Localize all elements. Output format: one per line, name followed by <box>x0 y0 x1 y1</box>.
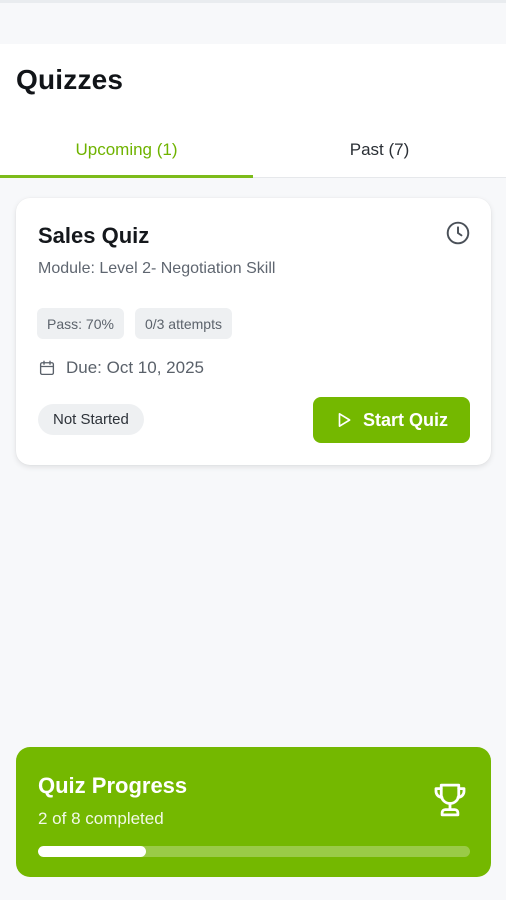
header: Quizzes Upcoming (1) Past (7) <box>0 44 506 178</box>
quiz-title: Sales Quiz <box>38 223 150 248</box>
quiz-module: Module: Level 2- Negotiation Skill <box>38 260 276 277</box>
tab-upcoming[interactable]: Upcoming (1) <box>0 122 253 178</box>
due-date-row: Due: Oct 10, 2025 <box>38 358 204 378</box>
trophy-icon <box>434 783 466 817</box>
calendar-icon <box>39 360 55 376</box>
start-quiz-label: Start Quiz <box>362 409 448 430</box>
quiz-tabs: Upcoming (1) Past (7) <box>0 122 506 178</box>
play-icon <box>338 413 351 427</box>
quiz-meta-chips: Pass: 70% 0/3 attempts <box>37 308 232 339</box>
pass-chip: Pass: 70% <box>37 308 124 339</box>
start-quiz-button[interactable]: Start Quiz <box>313 397 470 443</box>
progress-title: Quiz Progress <box>38 773 188 798</box>
due-date-label: Due: Oct 10, 2025 <box>66 358 204 377</box>
status-bar-area <box>0 0 506 44</box>
clock-icon <box>446 221 470 245</box>
status-badge: Not Started <box>38 404 144 435</box>
quiz-progress-card: Quiz Progress 2 of 8 completed <box>16 747 491 877</box>
progress-summary: 2 of 8 completed <box>38 809 164 828</box>
tab-past[interactable]: Past (7) <box>253 122 506 177</box>
progress-bar <box>38 846 470 857</box>
quiz-card[interactable]: Sales Quiz Module: Level 2- Negotiation … <box>16 198 491 465</box>
page-title: Quizzes <box>16 64 124 95</box>
attempts-chip: 0/3 attempts <box>134 308 232 339</box>
quizzes-screen: Quizzes Upcoming (1) Past (7) Sales Quiz… <box>0 0 506 900</box>
progress-bar-fill <box>38 846 146 857</box>
